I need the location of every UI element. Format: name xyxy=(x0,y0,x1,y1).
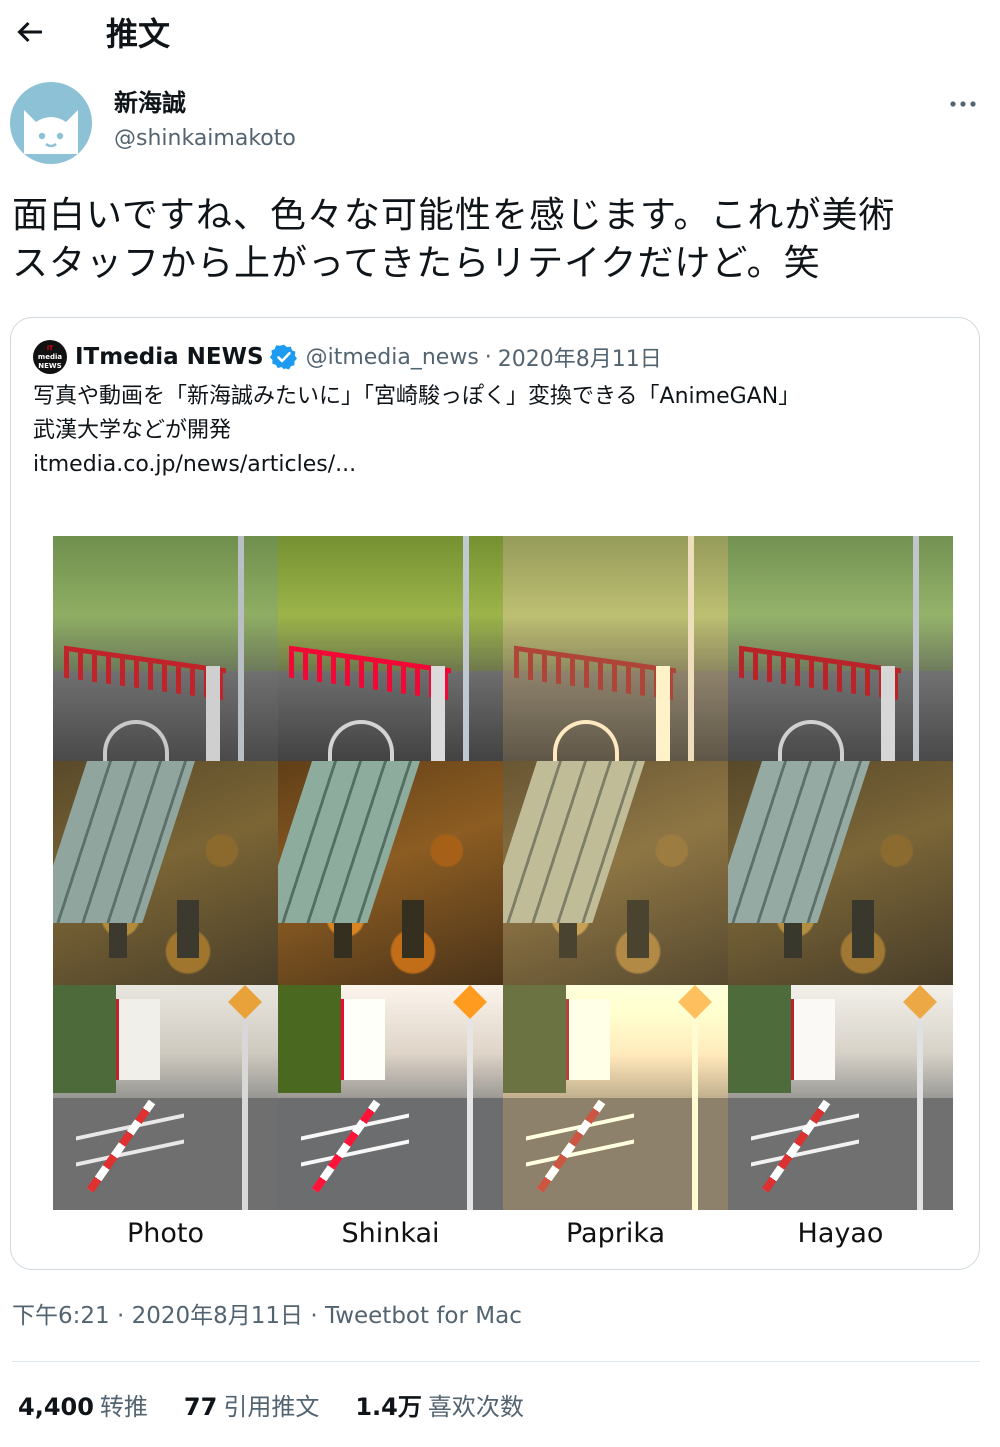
caption-hayao: Hayao xyxy=(797,1218,884,1249)
tweet-text-line: スタッフから上がってきたらリテイクだけど。笑 xyxy=(12,243,821,284)
image-grid xyxy=(53,536,953,1211)
caption-shinkai: Shinkai xyxy=(341,1218,440,1249)
image-captions: Photo Shinkai Paprika Hayao xyxy=(53,1216,953,1252)
image-cell-bench-shinkai xyxy=(278,760,503,986)
image-cell-bridge-paprika xyxy=(503,536,728,761)
retweets-count: 4,400 xyxy=(18,1393,94,1421)
author-handle[interactable]: @shinkaimakoto xyxy=(114,125,296,153)
retweets-label: 转推 xyxy=(99,1393,148,1421)
divider xyxy=(12,1361,980,1362)
quoted-author-name[interactable]: ITmedia NEWS xyxy=(75,344,264,370)
image-cell-street-shinkai xyxy=(278,985,503,1211)
separator-dot: · xyxy=(484,344,492,370)
image-cell-bench-paprika xyxy=(503,760,728,986)
quoted-author-handle[interactable]: @itmedia_news xyxy=(306,345,479,370)
quoted-avatar-text: NEWS xyxy=(38,361,62,370)
quoted-text-line: 武漢大学などが開発 xyxy=(33,418,232,443)
quoted-author-avatar[interactable]: IT media NEWS xyxy=(33,340,67,374)
quoted-tweet-link[interactable]: itmedia.co.jp/news/articles/... xyxy=(33,448,953,482)
quoted-avatar-text: IT xyxy=(46,344,54,352)
quoted-text-line: 写真や動画を「新海誠みたいに」「宮崎駿っぽく」変換できる「AnimeGAN」 xyxy=(33,384,801,409)
image-cell-street-paprika xyxy=(503,985,728,1211)
image-cell-street-hayao xyxy=(728,985,953,1211)
image-cell-bench-photo xyxy=(53,760,278,986)
arrow-left-icon[interactable] xyxy=(12,14,48,50)
image-cell-bridge-shinkai xyxy=(278,536,503,761)
quoted-avatar-text: media xyxy=(37,352,63,361)
tweet-timestamp-source[interactable]: 下午6:21 · 2020年8月11日 · Tweetbot for Mac xyxy=(12,1300,522,1332)
quotes-label: 引用推文 xyxy=(223,1393,320,1421)
quoted-tweet-header: IT media NEWS ITmedia NEWS @itmedia_news… xyxy=(33,340,662,374)
likes-stat[interactable]: 1.4万 喜欢次数 xyxy=(355,1390,524,1424)
quoted-tweet-image[interactable]: Photo Shinkai Paprika Hayao xyxy=(53,536,953,1252)
cat-avatar-icon xyxy=(24,110,78,154)
caption-photo: Photo xyxy=(126,1218,205,1249)
image-cell-bench-hayao xyxy=(728,760,953,986)
image-cell-bridge-photo xyxy=(53,536,278,761)
page-title: 推文 xyxy=(106,15,171,53)
author-display-name[interactable]: 新海誠 xyxy=(114,88,186,118)
more-horizontal-icon[interactable] xyxy=(948,92,978,116)
tweet-author: 新海誠 @shinkaimakoto xyxy=(10,82,990,166)
tweet-text-line: 面白いですね、色々な可能性を感じます。これが美術 xyxy=(12,195,896,236)
verified-badge-icon xyxy=(269,344,297,370)
likes-label: 喜欢次数 xyxy=(427,1393,524,1421)
quoted-tweet-date[interactable]: 2020年8月11日 xyxy=(498,341,662,373)
quoted-tweet-text: 写真や動画を「新海誠みたいに」「宮崎駿っぽく」変換できる「AnimeGAN」 武… xyxy=(33,380,953,482)
tweet-stats: 4,400 转推 77 引用推文 1.4万 喜欢次数 xyxy=(18,1390,560,1424)
quoted-tweet-card[interactable]: IT media NEWS ITmedia NEWS @itmedia_news… xyxy=(10,317,980,1270)
likes-count: 1.4万 xyxy=(355,1393,422,1421)
retweets-stat[interactable]: 4,400 转推 xyxy=(18,1390,148,1424)
quotes-stat[interactable]: 77 引用推文 xyxy=(184,1390,319,1424)
top-bar: 推文 xyxy=(0,0,1000,70)
quotes-count: 77 xyxy=(183,1393,218,1421)
avatar[interactable] xyxy=(10,82,92,164)
caption-paprika: Paprika xyxy=(565,1218,666,1249)
tweet-text: 面白いですね、色々な可能性を感じます。これが美術 スタッフから上がってきたらリテ… xyxy=(12,192,987,288)
image-cell-bridge-hayao xyxy=(728,536,953,761)
image-cell-street-photo xyxy=(53,985,278,1211)
